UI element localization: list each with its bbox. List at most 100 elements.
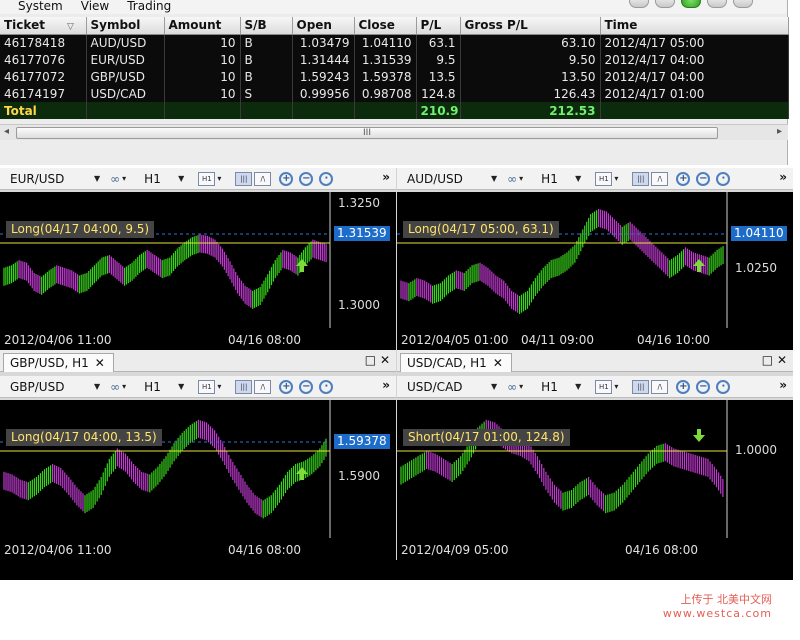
price-chart[interactable]: Long(04/17 04:00, 13.5) 1.5900 1.59378 2012… (0, 400, 396, 560)
more-icon[interactable]: » (779, 170, 787, 184)
pane-tab[interactable]: USD/CAD, H1 ✕ (400, 353, 512, 372)
zoom-out-icon[interactable]: − (299, 171, 314, 186)
close-icon[interactable]: ✕ (95, 356, 105, 370)
link-icon[interactable]: ∞ (507, 172, 517, 186)
price-chart[interactable]: Long(04/17 04:00, 9.5) 1.3250 1.3000 1.3153… (0, 192, 396, 350)
chevron-down-icon[interactable]: ▼ (575, 382, 581, 391)
menu-system[interactable]: System (18, 0, 63, 13)
menu-view[interactable]: View (81, 0, 109, 13)
connection-status-icon[interactable] (681, 0, 701, 8)
zoom-in-icon[interactable]: + (279, 379, 294, 394)
table-row[interactable]: 46178418 AUD/USD 10 B 1.03479 1.04110 63.1 63.1… (0, 34, 789, 51)
current-price-badge: 1.31539 (334, 226, 390, 241)
col-amount[interactable]: Amount (164, 17, 241, 35)
chevron-down-icon[interactable]: ▾ (217, 382, 221, 391)
close-icon[interactable]: ✕ (493, 356, 503, 370)
chevron-down-icon[interactable]: ▼ (94, 382, 100, 391)
window-button-4[interactable] (707, 0, 727, 8)
line-icon[interactable]: /\ (254, 379, 272, 394)
price-tick-label: 1.0000 (735, 443, 777, 457)
more-icon[interactable]: » (382, 378, 390, 392)
symbol-select[interactable]: AUD/USD (407, 172, 491, 186)
chevron-down-icon[interactable]: ▾ (217, 174, 221, 183)
timeframe-select[interactable]: H1 (541, 380, 575, 394)
position-label: Long(04/17 05:00, 63.1) (403, 221, 559, 238)
chart-type-icon[interactable]: H1 (595, 379, 613, 394)
timeframe-select[interactable]: H1 (144, 380, 178, 394)
close-pane-icon[interactable]: ✕ (380, 353, 390, 367)
price-chart[interactable]: Long(04/17 05:00, 63.1) 1.0250 1.04110 2012… (397, 192, 793, 350)
order-cell: 46174197 (0, 85, 87, 102)
col-time[interactable]: Time (600, 17, 789, 35)
window-button-2[interactable] (655, 0, 675, 8)
chevron-down-icon[interactable]: ▾ (519, 174, 523, 183)
link-icon[interactable]: ∞ (507, 380, 517, 394)
col-pl[interactable]: P/L (416, 17, 461, 35)
link-icon[interactable]: ∞ (110, 172, 120, 186)
zoom-in-icon[interactable]: + (279, 171, 294, 186)
zoom-out-icon[interactable]: − (696, 171, 711, 186)
table-row[interactable]: 46174197 USD/CAD 10 S 0.99956 0.98708 124.8 126… (0, 85, 789, 102)
line-icon[interactable]: /\ (651, 171, 669, 186)
chart-type-icon[interactable]: H1 (595, 171, 613, 186)
chevron-down-icon[interactable]: ▾ (519, 382, 523, 391)
col-open[interactable]: Open (292, 17, 355, 35)
chevron-down-icon[interactable]: ▾ (614, 382, 618, 391)
timeframe-select[interactable]: H1 (144, 172, 178, 186)
menu-trading[interactable]: Trading (127, 0, 171, 13)
chevron-down-icon[interactable]: ▼ (575, 174, 581, 183)
chevron-down-icon[interactable]: ▼ (178, 382, 184, 391)
more-icon[interactable]: » (382, 170, 390, 184)
zoom-out-icon[interactable]: − (299, 379, 314, 394)
line-icon[interactable]: /\ (254, 171, 272, 186)
zoom-fit-icon[interactable]: · (716, 379, 731, 394)
price-chart[interactable]: Short(04/17 01:00, 124.8) 1.0000 2012/04/0… (397, 400, 793, 560)
close-pane-icon[interactable]: ✕ (777, 353, 787, 367)
table-row[interactable]: 46177072 GBP/USD 10 B 1.59243 1.59378 13.5 13.5… (0, 68, 789, 85)
bars-icon[interactable]: ||| (632, 379, 650, 394)
symbol-select[interactable]: GBP/USD (10, 380, 94, 394)
link-icon[interactable]: ∞ (110, 380, 120, 394)
symbol-select[interactable]: EUR/USD (10, 172, 94, 186)
col-symbol[interactable]: Symbol (86, 17, 165, 35)
col-gross-pl[interactable]: Gross P/L (460, 17, 601, 35)
timeframe-select[interactable]: H1 (541, 172, 575, 186)
col-side[interactable]: S/B (240, 17, 293, 35)
table-row[interactable]: 46177076 EUR/USD 10 B 1.31444 1.31539 9.5 9.50 2… (0, 51, 789, 68)
maximize-icon[interactable]: □ (762, 353, 773, 367)
more-icon[interactable]: » (779, 378, 787, 392)
watermark: 上传于 北美中文网 www.westca.com (663, 593, 772, 621)
bars-icon[interactable]: ||| (632, 171, 650, 186)
col-ticket[interactable]: Ticket ▽ (0, 17, 87, 35)
chevron-down-icon[interactable]: ▼ (178, 174, 184, 183)
chevron-down-icon[interactable]: ▾ (122, 382, 126, 391)
chevron-down-icon[interactable]: ▼ (491, 174, 497, 183)
zoom-in-icon[interactable]: + (676, 171, 691, 186)
scroll-thumb[interactable]: III (16, 127, 718, 139)
zoom-in-icon[interactable]: + (676, 379, 691, 394)
scroll-right-icon[interactable]: ▸ (777, 126, 782, 137)
zoom-fit-icon[interactable]: · (319, 171, 334, 186)
chevron-down-icon[interactable]: ▾ (122, 174, 126, 183)
window-button-1[interactable] (629, 0, 649, 8)
chart-toolbar: EUR/USD ▼ ∞ ▾ H1 ▼ H1 ▾ |||/\ + − ·» (0, 168, 396, 190)
chevron-down-icon[interactable]: ▼ (491, 382, 497, 391)
zoom-fit-icon[interactable]: · (319, 379, 334, 394)
chart-svg (0, 400, 331, 538)
window-button-5[interactable] (733, 0, 753, 8)
maximize-icon[interactable]: □ (365, 353, 376, 367)
zoom-fit-icon[interactable]: · (716, 171, 731, 186)
orders-hscrollbar[interactable]: ◂ III ▸ (0, 124, 788, 140)
pane-tab[interactable]: GBP/USD, H1 ✕ (3, 353, 114, 372)
scroll-left-icon[interactable]: ◂ (4, 126, 9, 137)
col-close[interactable]: Close (354, 17, 417, 35)
chart-type-icon[interactable]: H1 (198, 379, 216, 394)
chevron-down-icon[interactable]: ▼ (94, 174, 100, 183)
zoom-out-icon[interactable]: − (696, 379, 711, 394)
chart-type-icon[interactable]: H1 (198, 171, 216, 186)
chevron-down-icon[interactable]: ▾ (614, 174, 618, 183)
bars-icon[interactable]: ||| (235, 171, 253, 186)
line-icon[interactable]: /\ (651, 379, 669, 394)
bars-icon[interactable]: ||| (235, 379, 253, 394)
symbol-select[interactable]: USD/CAD (407, 380, 491, 394)
